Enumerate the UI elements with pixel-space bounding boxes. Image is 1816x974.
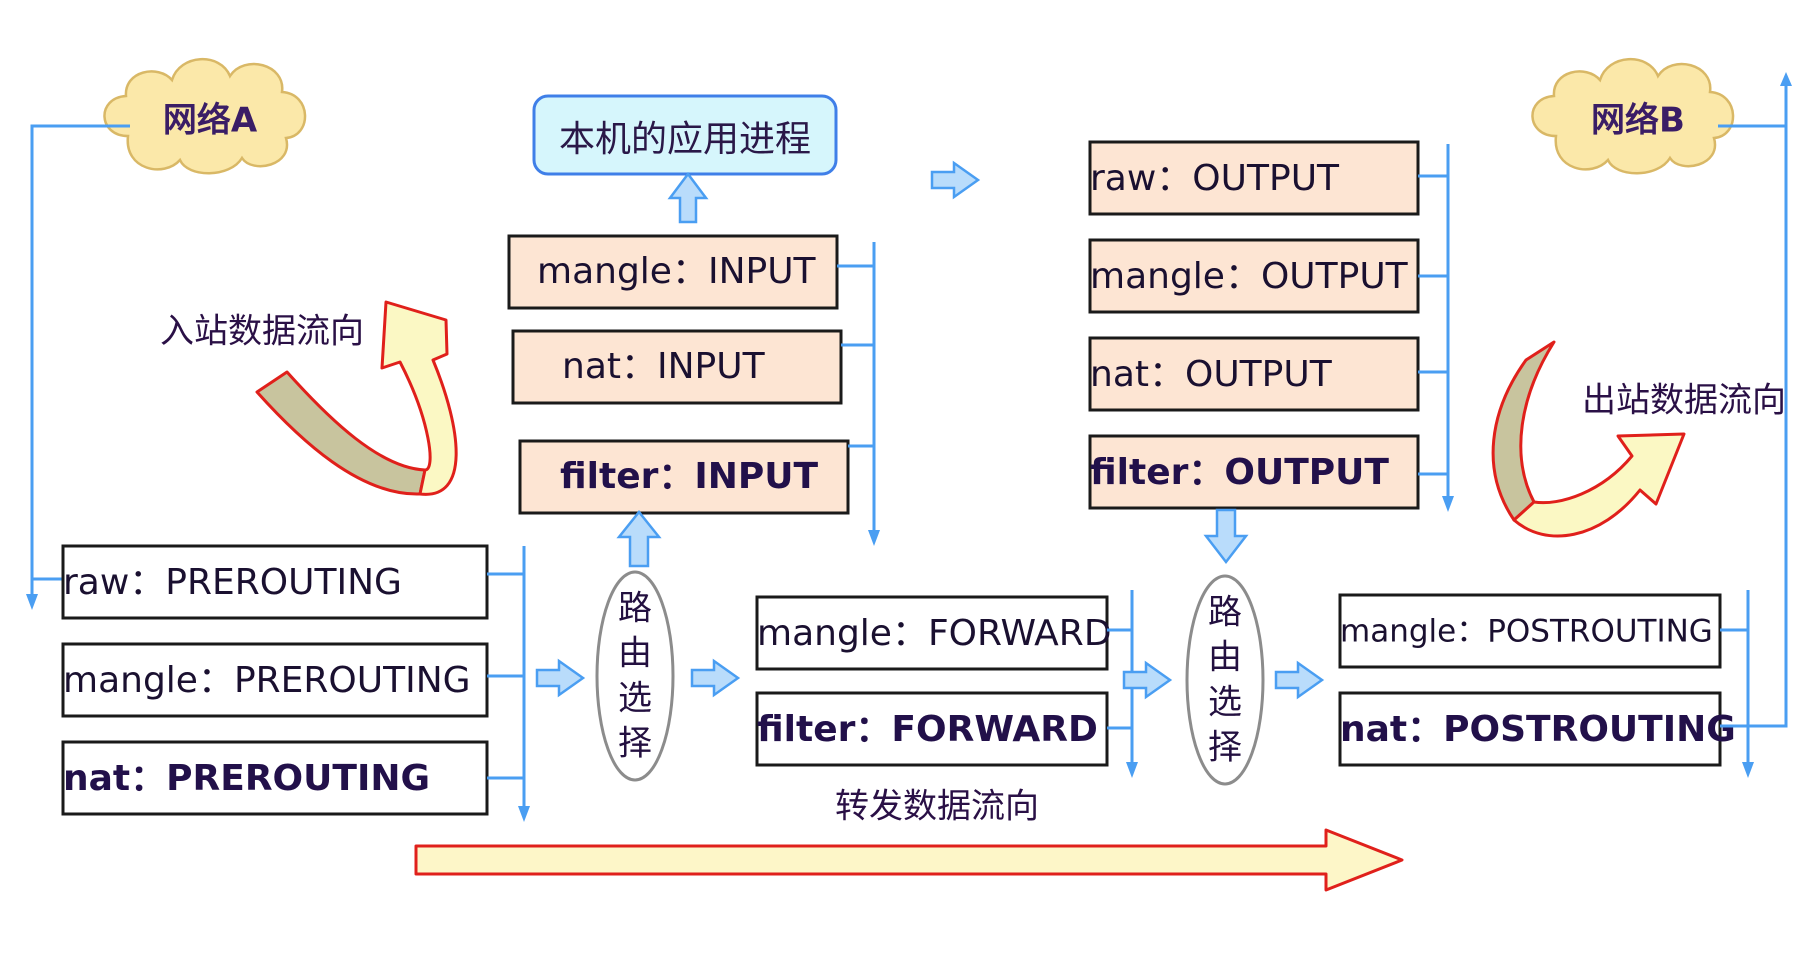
filter-forward-label: filter：FORWARD — [757, 709, 1098, 750]
mangle-postrouting-label: mangle：POSTROUTING — [1340, 614, 1713, 650]
outbound-curved-arrow — [1491, 340, 1686, 538]
nat-prerouting-box: nat：PREROUTING — [61, 740, 489, 816]
inbound-label: 入站数据流向 — [160, 312, 364, 352]
mangle-output-box: mangle：OUTPUT — [1088, 238, 1420, 314]
nat-output-box: nat：OUTPUT — [1088, 336, 1420, 412]
routing-2-char-2: 由 — [1208, 638, 1242, 678]
right-arrow-to-forward — [690, 659, 740, 697]
input-chain: mangle：INPUT nat：INPUT filter：INPUT — [507, 234, 880, 546]
filter-input-box: filter：INPUT — [518, 439, 850, 515]
routing-decision-1: 路 由 选 择 — [595, 570, 675, 782]
network-a-cloud: 网络A — [103, 58, 307, 175]
routing-1-char-1: 路 — [618, 589, 652, 629]
postrouting-chain: mangle：POSTROUTING nat：POSTROUTING — [1338, 590, 1754, 778]
raw-output-label: raw：OUTPUT — [1090, 158, 1340, 199]
forward-big-arrow — [414, 828, 1404, 892]
iptables-flow-diagram: 网络A 网络B 本机的应用进程 mangle：INPUT nat：INPUT f… — [26, 58, 1792, 892]
raw-output-box: raw：OUTPUT — [1088, 140, 1420, 216]
filter-input-label: filter：INPUT — [560, 456, 819, 497]
output-bus-line — [1418, 144, 1454, 512]
routing-decision-2: 路 由 选 择 — [1185, 574, 1265, 786]
nat-postrouting-box: nat：POSTROUTING — [1338, 691, 1736, 767]
forward-chain: mangle：FORWARD filter：FORWARD — [755, 590, 1138, 778]
mangle-forward-label: mangle：FORWARD — [757, 613, 1112, 654]
mangle-output-label: mangle：OUTPUT — [1090, 256, 1409, 297]
network-b-label: 网络B — [1591, 101, 1685, 141]
routing-1-char-2: 由 — [618, 634, 652, 674]
forward-label: 转发数据流向 — [835, 787, 1039, 827]
raw-prerouting-box: raw：PREROUTING — [61, 544, 489, 620]
filter-output-label: filter：OUTPUT — [1090, 452, 1389, 493]
mangle-forward-box: mangle：FORWARD — [755, 595, 1112, 671]
routing-1-char-3: 选 — [618, 679, 652, 719]
nat-input-label: nat：INPUT — [562, 346, 766, 387]
output-chain: raw：OUTPUT mangle：OUTPUT nat：OUTPUT filt… — [1088, 140, 1454, 512]
filter-forward-box: filter：FORWARD — [755, 691, 1109, 767]
right-arrow-to-postrouting — [1274, 661, 1324, 699]
mangle-input-box: mangle：INPUT — [507, 234, 839, 310]
routing-2-char-1: 路 — [1208, 593, 1242, 633]
app-process-label: 本机的应用进程 — [559, 119, 811, 160]
routing-1-char-4: 择 — [618, 724, 652, 764]
nat-postrouting-label: nat：POSTROUTING — [1340, 709, 1736, 750]
routing-2-char-3: 选 — [1208, 683, 1242, 723]
right-arrow-to-routing-1 — [535, 659, 585, 697]
mangle-input-label: mangle：INPUT — [537, 251, 817, 292]
prerouting-bus-line — [487, 546, 530, 822]
mangle-prerouting-label: mangle：PREROUTING — [63, 660, 471, 701]
network-a-label: 网络A — [163, 101, 258, 141]
mangle-prerouting-box: mangle：PREROUTING — [61, 642, 489, 718]
up-arrow-to-filter-input — [616, 509, 662, 568]
raw-prerouting-label: raw：PREROUTING — [63, 562, 402, 603]
down-arrow-from-filter-output — [1203, 508, 1249, 565]
filter-output-box: filter：OUTPUT — [1088, 434, 1420, 510]
nat-prerouting-label: nat：PREROUTING — [63, 758, 430, 799]
network-b-cloud: 网络B — [1531, 58, 1735, 175]
outbound-label: 出站数据流向 — [1582, 381, 1786, 421]
nat-output-label: nat：OUTPUT — [1090, 354, 1333, 395]
nat-input-box: nat：INPUT — [511, 329, 843, 405]
prerouting-chain: raw：PREROUTING mangle：PREROUTING nat：PRE… — [61, 544, 530, 822]
right-arrow-to-output — [930, 161, 980, 199]
app-process-box: 本机的应用进程 — [532, 94, 838, 176]
routing-2-char-4: 择 — [1208, 728, 1242, 768]
mangle-postrouting-box: mangle：POSTROUTING — [1338, 593, 1722, 669]
network-a-inbound-line — [26, 124, 130, 610]
up-arrow-to-app — [667, 171, 709, 224]
